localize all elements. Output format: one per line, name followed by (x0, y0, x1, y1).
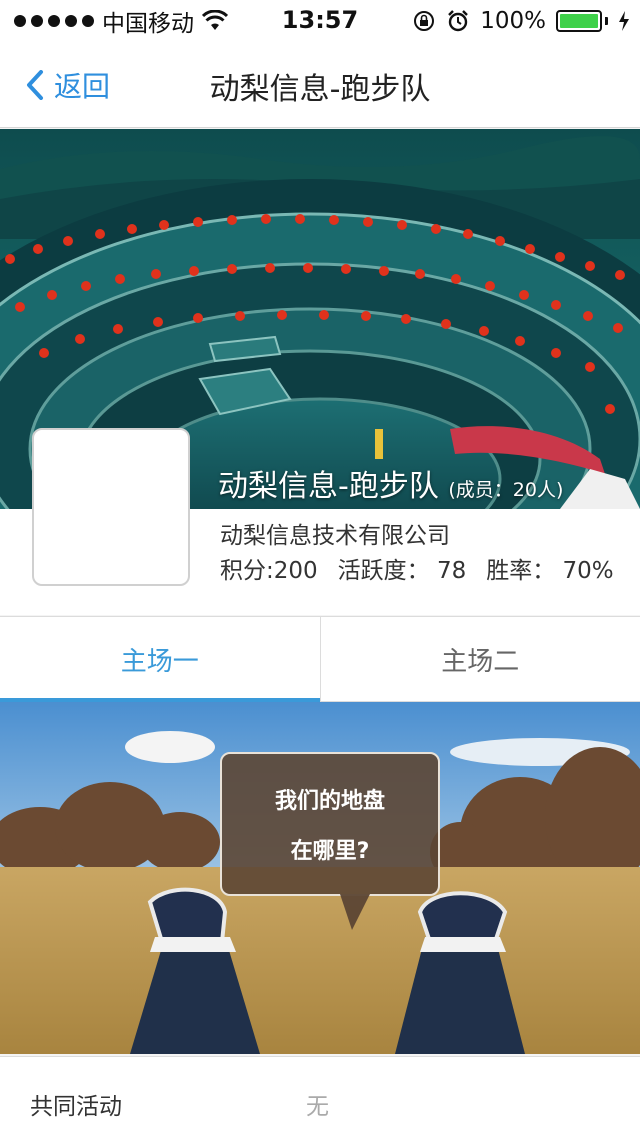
back-button[interactable]: 返回 (26, 62, 110, 108)
back-label: 返回 (54, 70, 111, 103)
battery-icon (556, 10, 608, 32)
alarm-icon (448, 10, 469, 32)
venue-image: 我们的地盘 在哪里? (0, 702, 640, 1054)
bubble-line-1: 我们的地盘 (274, 789, 385, 814)
activity-stat: 活跃度： 78 (337, 558, 467, 584)
venue-speech-bubble: 我们的地盘 在哪里? (220, 752, 440, 896)
tab-home-venue-1[interactable]: 主场一 (0, 617, 320, 702)
charging-bolt-icon (619, 11, 629, 31)
bubble-line-2: 在哪里? (290, 839, 370, 864)
signal-strength-icon (14, 15, 94, 27)
rotation-lock-icon (414, 11, 435, 31)
team-name: 动梨信息-跑步队 (成员：20人) (218, 461, 563, 505)
battery-percent: 100% (480, 8, 546, 34)
speech-bubble-tail (340, 894, 370, 930)
shared-activity-label: 共同活动 (30, 1094, 122, 1120)
win-rate-stat: 胜率： 70% (486, 558, 614, 584)
shared-activity-value: 无 (306, 1094, 329, 1120)
team-logo-placeholder[interactable] (32, 428, 190, 586)
wifi-icon (202, 10, 228, 30)
status-right: 100% (412, 6, 630, 36)
team-name-text: 动梨信息-跑步队 (218, 469, 439, 504)
member-count: (成员：20人) (448, 479, 564, 501)
chevron-left-icon (27, 70, 43, 100)
status-bar: 中国移动 13:57 100% (0, 0, 640, 42)
navigation-bar: 返回 动梨信息-跑步队 (0, 42, 640, 128)
carrier-name: 中国移动 (102, 11, 194, 37)
points-stat: 积分:200 (220, 558, 318, 584)
shared-activity-row[interactable]: 共同活动 无 (0, 1056, 640, 1136)
venue-tabs: 主场一 主场二 (0, 616, 640, 702)
status-left: 中国移动 (14, 6, 228, 37)
team-stats: 积分:200 活跃度： 78 胜率： 70% (220, 551, 614, 585)
tab-home-venue-2[interactable]: 主场二 (319, 617, 640, 701)
company-name: 动梨信息技术有限公司 (220, 523, 450, 549)
